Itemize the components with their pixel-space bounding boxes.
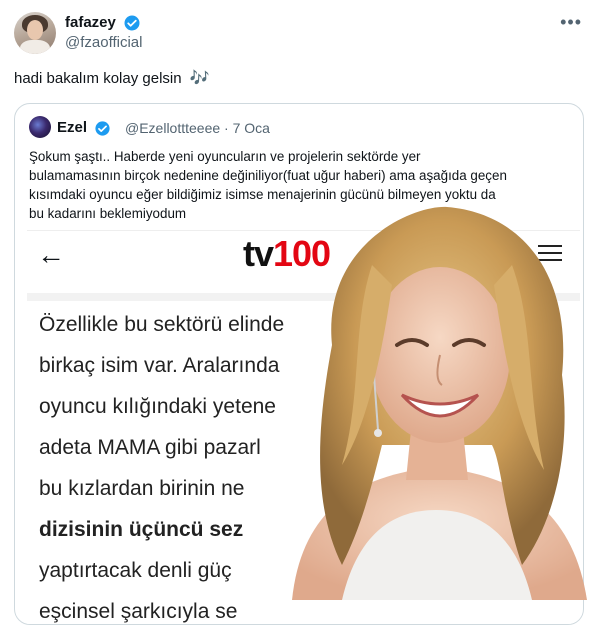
tweet-text: hadi bakalım kolay gelsin 🎶 [14, 68, 210, 88]
avatar[interactable] [14, 12, 56, 54]
tweet-text-body: hadi bakalım kolay gelsin [14, 70, 182, 87]
quoted-text-line: bulamamasının birçok nedenine değiniliyo… [29, 168, 507, 183]
handle[interactable]: @fzaofficial [65, 34, 142, 51]
quoted-handle[interactable]: @Ezellottteeee [125, 120, 220, 136]
article-line: dizisinin üçüncü sez [39, 518, 244, 541]
display-name[interactable]: fafazey [65, 14, 141, 32]
quoted-text-line: kısımdaki oyuncu eğer bildiğimiz isimse … [29, 187, 496, 202]
logo-prefix: tv [243, 233, 274, 274]
woman-photo-cutout [292, 206, 587, 600]
quoted-display-name[interactable]: Ezel [57, 119, 111, 137]
meta-separator: · [224, 120, 229, 136]
quoted-display-name-text[interactable]: Ezel [57, 119, 87, 136]
quoted-date[interactable]: 7 Oca [233, 120, 270, 136]
avatar-face [27, 20, 43, 40]
music-notes-icon: 🎶 [189, 70, 210, 87]
display-name-text[interactable]: fafazey [65, 14, 116, 31]
article-line: yaptırtacak denli güç [39, 559, 232, 582]
quoted-avatar[interactable] [29, 116, 51, 138]
article-line: eşcinsel şarkıcıyla se [39, 600, 238, 623]
quoted-text-line: Şokum şaştı.. Haberde yeni oyuncuların v… [29, 149, 421, 164]
more-options-icon[interactable]: ••• [560, 12, 582, 33]
article-line: bu kızlardan birinin ne [39, 477, 245, 500]
article-line: adeta MAMA gibi pazarl [39, 436, 261, 459]
verified-badge-icon [124, 15, 140, 31]
back-arrow-icon: ← [37, 239, 65, 270]
avatar-body [20, 40, 50, 54]
verified-badge-icon [95, 120, 110, 136]
article-line: Özellikle bu sektörü elinde [39, 313, 285, 336]
article-line: birkaç isim var. Aralarında [39, 354, 280, 377]
quoted-meta: @Ezellottteeee · 7 Oca [125, 120, 270, 136]
article-line: oyuncu kılığındaki yetene [39, 395, 276, 418]
